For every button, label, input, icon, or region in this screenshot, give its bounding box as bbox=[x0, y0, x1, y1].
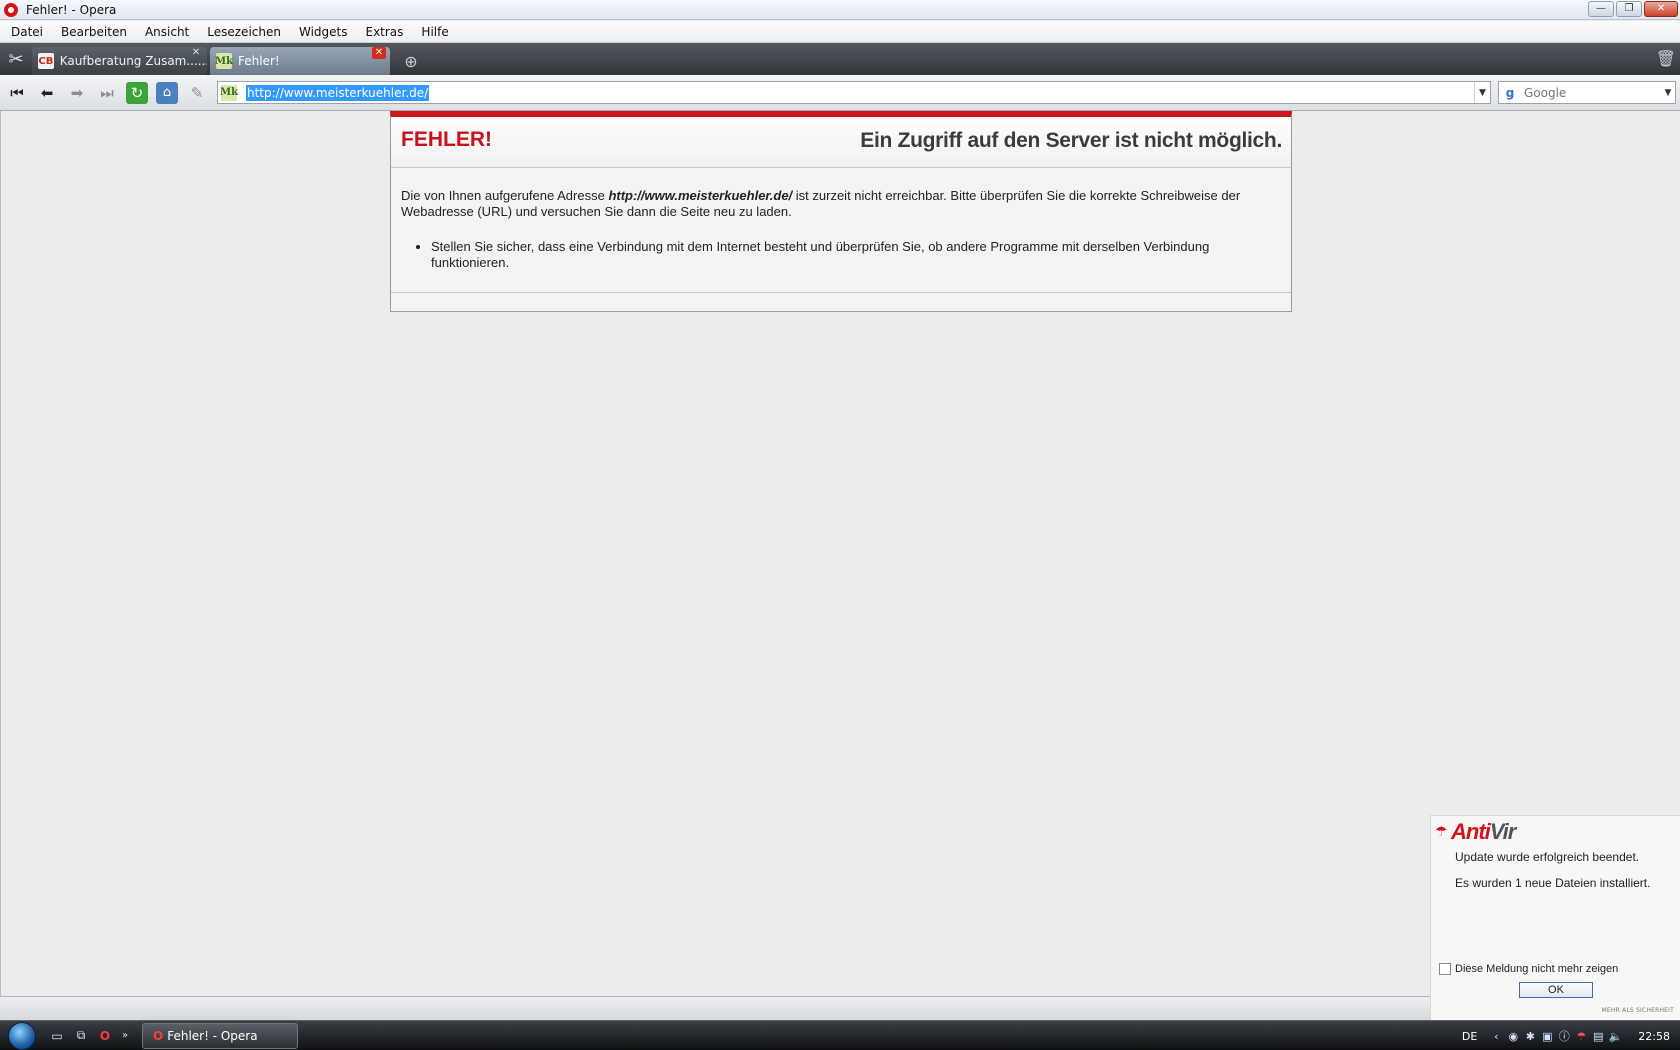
umbrella-icon: ☂ bbox=[1435, 824, 1448, 840]
new-tab-plus-icon[interactable]: ⊕ bbox=[393, 47, 429, 75]
error-title: FEHLER! bbox=[401, 128, 492, 151]
start-button[interactable] bbox=[0, 1021, 44, 1050]
site-favicon-icon: Mk bbox=[220, 84, 238, 101]
fast-forward-icon[interactable]: ⏭ bbox=[92, 79, 122, 107]
error-subtitle: Ein Zugriff auf den Server ist nicht mög… bbox=[860, 129, 1282, 152]
system-tray: DE ‹ ◉ ✱ ▣ ⓘ ☂ ▤ 🔈 22:58 bbox=[1462, 1021, 1680, 1050]
error-box: FEHLER! Ein Zugriff auf den Server ist n… bbox=[390, 111, 1292, 312]
close-window-button[interactable]: ✕ bbox=[1644, 1, 1678, 17]
opera-quicklaunch-icon[interactable]: O bbox=[94, 1025, 116, 1047]
window-title: Fehler! - Opera bbox=[26, 2, 117, 17]
brand-part2: Vir bbox=[1489, 819, 1517, 844]
tab-close-icon[interactable]: ✕ bbox=[189, 47, 203, 59]
windows-orb-icon bbox=[8, 1021, 36, 1050]
opera-logo-icon: O bbox=[153, 1028, 164, 1043]
tools-icon[interactable]: ✂ bbox=[0, 43, 32, 75]
taskbar-window-label: Fehler! - Opera bbox=[167, 1028, 258, 1043]
home-icon[interactable]: ⌂ bbox=[152, 79, 182, 107]
antivir-message-1: Update wurde erfolgreich beendet. bbox=[1455, 850, 1640, 864]
menu-hilfe[interactable]: Hilfe bbox=[412, 21, 457, 43]
tab-bar: ✂ CB Kaufberatung Zusam...... ✕ Mk Fehle… bbox=[0, 43, 1680, 75]
menu-bar: Datei Bearbeiten Ansicht Lesezeichen Wid… bbox=[0, 21, 1680, 43]
switch-windows-icon[interactable]: ⧉ bbox=[70, 1025, 92, 1047]
trash-icon[interactable]: 🗑 bbox=[1656, 49, 1676, 68]
chevron-right-icon[interactable]: » bbox=[118, 1025, 132, 1047]
menu-ansicht[interactable]: Ansicht bbox=[136, 21, 198, 43]
status-bar bbox=[0, 996, 1680, 1020]
tab-close-icon[interactable]: ✕ bbox=[372, 47, 386, 59]
menu-widgets[interactable]: Widgets bbox=[290, 21, 357, 43]
address-bar[interactable]: Mk http://www.meisterkuehler.de/ ▼ bbox=[217, 81, 1491, 104]
menu-bearbeiten[interactable]: Bearbeiten bbox=[52, 21, 136, 43]
tab-label: Fehler! bbox=[238, 54, 280, 68]
error-header: FEHLER! Ein Zugriff auf den Server ist n… bbox=[391, 117, 1291, 168]
error-url: http://www.meisterkuehler.de/ bbox=[608, 188, 793, 203]
window-controls: — ❐ ✕ bbox=[1588, 1, 1678, 17]
ok-button[interactable]: OK bbox=[1519, 982, 1593, 998]
network-icon[interactable]: ✱ bbox=[1523, 1029, 1537, 1043]
tab-kaufberatung[interactable]: CB Kaufberatung Zusam...... ✕ bbox=[32, 47, 207, 75]
maximize-button[interactable]: ❐ bbox=[1616, 1, 1642, 17]
list-item: Stellen Sie sicher, dass eine Verbindung… bbox=[431, 239, 1281, 271]
edit-pen-icon[interactable]: ✎ bbox=[182, 79, 212, 107]
minimize-button[interactable]: — bbox=[1588, 1, 1614, 17]
speaker-icon[interactable]: 🔈 bbox=[1608, 1029, 1622, 1043]
chevron-left-icon[interactable]: ‹ bbox=[1489, 1029, 1503, 1043]
dont-show-again-label: Diese Meldung nicht mehr zeigen bbox=[1455, 963, 1619, 975]
error-body: Die von Ihnen aufgerufene Adresse http:/… bbox=[391, 168, 1291, 271]
language-indicator[interactable]: DE bbox=[1462, 1030, 1477, 1043]
clock[interactable]: 22:58 bbox=[1638, 1030, 1670, 1043]
window-title-bar: Fehler! - Opera — ❐ ✕ bbox=[0, 0, 1680, 20]
back-arrow-icon[interactable]: ⬅ bbox=[32, 79, 62, 107]
taskbar: ▭ ⧉ O » O Fehler! - Opera DE ‹ ◉ ✱ ▣ ⓘ ☂… bbox=[0, 1020, 1680, 1050]
antivir-brand: AntiVir bbox=[1451, 819, 1517, 845]
antivir-tagline: MEHR ALS SICHERHEIT bbox=[1601, 1007, 1674, 1014]
google-icon: g bbox=[1505, 85, 1515, 100]
tab-fehler[interactable]: Mk Fehler! ✕ bbox=[210, 47, 390, 75]
reload-icon[interactable]: ↻ bbox=[122, 79, 152, 107]
forward-arrow-icon[interactable]: ➡ bbox=[62, 79, 92, 107]
dont-show-again-row[interactable]: Diese Meldung nicht mehr zeigen bbox=[1439, 963, 1618, 975]
page-viewport: FEHLER! Ein Zugriff auf den Server ist n… bbox=[0, 111, 1680, 996]
tab-favicon-icon: CB bbox=[38, 53, 54, 69]
rewind-icon[interactable]: ⏮ bbox=[2, 79, 32, 107]
tab-label: Kaufberatung Zusam...... bbox=[59, 54, 207, 68]
show-desktop-icon[interactable]: ▭ bbox=[46, 1025, 68, 1047]
search-input[interactable] bbox=[1524, 85, 1654, 100]
opera-logo-icon bbox=[4, 2, 18, 17]
menu-lesezeichen[interactable]: Lesezeichen bbox=[198, 21, 290, 43]
error-hints: Stellen Sie sicher, dass eine Verbindung… bbox=[431, 239, 1281, 271]
tray-icons: ‹ ◉ ✱ ▣ ⓘ ☂ ▤ 🔈 bbox=[1489, 1029, 1622, 1044]
antivir-message-2: Es wurden 1 neue Dateien installiert. bbox=[1455, 876, 1651, 890]
menu-datei[interactable]: Datei bbox=[0, 21, 52, 43]
brand-part1: Anti bbox=[1451, 819, 1491, 844]
menu-extras[interactable]: Extras bbox=[356, 21, 412, 43]
search-box[interactable]: g ▼ bbox=[1498, 81, 1676, 104]
antivir-tray-icon[interactable]: ☂ bbox=[1574, 1029, 1588, 1043]
network-status-icon[interactable]: ▤ bbox=[1591, 1029, 1605, 1043]
info-icon[interactable]: ⓘ bbox=[1557, 1029, 1571, 1043]
monitor-icon[interactable]: ▣ bbox=[1540, 1029, 1554, 1043]
error-message: Die von Ihnen aufgerufene Adresse http:/… bbox=[401, 188, 1281, 220]
navigation-toolbar: ⏮ ⬅ ➡ ⏭ ↻ ⌂ ✎ Mk http://www.meisterkuehl… bbox=[0, 75, 1680, 111]
antivir-logo: ☂ AntiVir bbox=[1435, 819, 1517, 845]
divider bbox=[391, 292, 1291, 293]
chevron-down-icon[interactable]: ▼ bbox=[1474, 82, 1490, 103]
dont-show-again-checkbox[interactable] bbox=[1439, 963, 1451, 975]
taskbar-opera-window[interactable]: O Fehler! - Opera bbox=[142, 1022, 298, 1049]
tab-favicon-icon: Mk bbox=[215, 53, 233, 69]
antivir-notification: ☂ AntiVir Update wurde erfolgreich beend… bbox=[1430, 815, 1680, 1020]
address-url[interactable]: http://www.meisterkuehler.de/ bbox=[246, 84, 430, 101]
error-text-before: Die von Ihnen aufgerufene Adresse bbox=[401, 188, 609, 203]
chevron-down-icon[interactable]: ▼ bbox=[1661, 82, 1675, 103]
steam-icon[interactable]: ◉ bbox=[1506, 1029, 1520, 1043]
